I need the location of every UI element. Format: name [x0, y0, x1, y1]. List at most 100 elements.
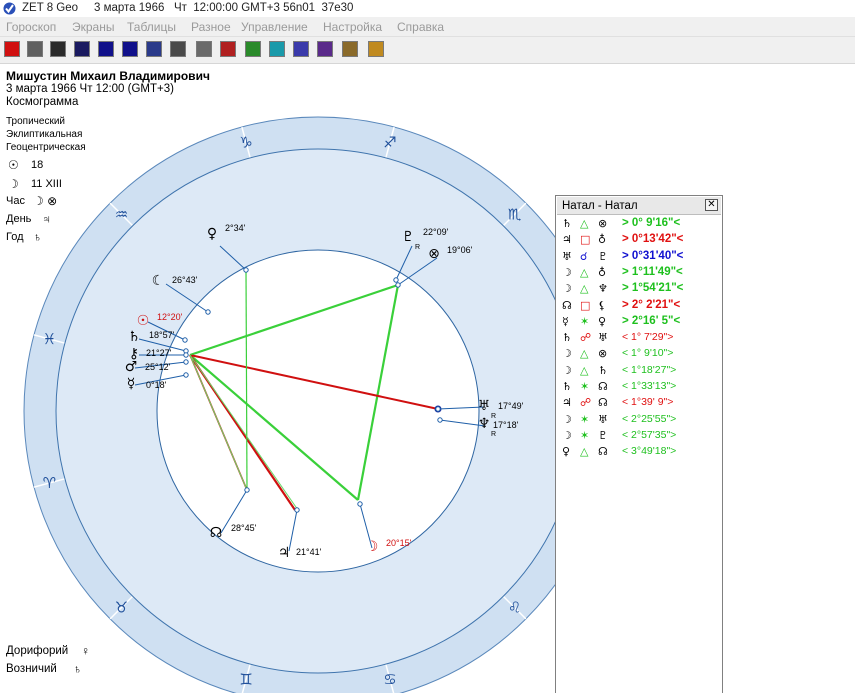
mercury-icon[interactable]: ☿	[127, 376, 136, 392]
fortune-degree: 19°06'	[447, 245, 473, 255]
aspect-orb: < 3°49'18">	[622, 445, 677, 458]
mercury-degree: 0°18'	[146, 380, 167, 390]
sun-degree: 12°20'	[157, 312, 183, 322]
panel-header[interactable]: Натал - Натал ✕	[557, 197, 721, 215]
aquarius-icon: ♒	[115, 205, 128, 223]
neptune-degree: 17°18'	[493, 420, 519, 430]
node-icon[interactable]: ☊	[210, 525, 222, 541]
planet-icon: ♄	[562, 331, 572, 345]
aspect-row[interactable]: ♀ △ ☊ < 3°49'18">	[562, 445, 720, 461]
aspect-icon: □	[580, 233, 591, 247]
planet-icon: ♇	[598, 428, 608, 442]
aspect-orb: > 1°54'21"<	[622, 282, 684, 295]
aspect-row[interactable]: ♃ ☍ ☊ < 1°39' 9">	[562, 396, 720, 412]
taurus-icon: ♉	[115, 599, 128, 617]
aspect-orb: > 0°13'42"<	[622, 233, 684, 246]
planet-icon: ⊗	[598, 347, 608, 361]
aspect-row[interactable]: ♄ △ ⊗ > 0° 9'16"<	[562, 217, 720, 233]
aspect-icon: ✶	[580, 412, 590, 426]
planet-icon: ♃	[562, 396, 572, 410]
planet-icon: ☽	[562, 265, 572, 279]
planet-icon: ♅	[562, 249, 572, 263]
fortune-icon[interactable]: ⊗	[428, 246, 440, 262]
aspect-orb: < 1°33'13">	[622, 380, 677, 392]
pluto-icon[interactable]: ♇	[402, 229, 415, 245]
aspect-row[interactable]: ♃ □ ♁ > 0°13'42"<	[562, 233, 720, 249]
pisces-icon: ♓	[43, 330, 56, 348]
planet-icon: ♇	[598, 249, 608, 263]
planet-icon: ☽	[562, 347, 572, 361]
aspect-row[interactable]: ☽ △ ♆ > 1°54'21"<	[562, 282, 720, 298]
aspect-icon: △	[580, 363, 589, 377]
aspect-row[interactable]: ☽ ✶ ♇ < 2°57'35">	[562, 429, 720, 445]
node-marker	[244, 487, 250, 493]
planet-icon: ☿	[562, 314, 569, 328]
planet-icon: ♅	[598, 412, 608, 426]
aspect-icon: ✶	[580, 428, 590, 442]
uranus-marker	[435, 406, 441, 412]
pluto-marker	[393, 277, 399, 283]
planet-icon: ☊	[562, 298, 572, 312]
neptune-marker	[437, 417, 443, 423]
close-icon[interactable]: ✕	[705, 199, 718, 211]
aspect-row[interactable]: ☊ □ ⚸ > 2° 2'21"<	[562, 299, 720, 315]
aspect-row[interactable]: ♄ ☍ ♅ < 1° 7'29">	[562, 331, 720, 347]
aspect-row[interactable]: ☽ △ ⊗ < 1° 9'10">	[562, 347, 720, 363]
aspect-icon: △	[580, 282, 589, 296]
aspect-icon: ✶	[580, 380, 590, 393]
chart-wheel: ♑♐♏♎♍♌♋♊♉♈♓♒ ♀2°34'♇22°09'R⊗19°06'☾26°43…	[23, 116, 613, 693]
aspect-icon: △	[580, 265, 589, 279]
panel-title: Натал - Натал	[562, 200, 638, 212]
planet-icon: ☊	[598, 445, 608, 459]
sun-icon[interactable]: ☉	[137, 313, 150, 329]
uranus-icon[interactable]: ♅	[478, 398, 491, 414]
leo-icon: ♌	[508, 599, 521, 617]
aspect-icon: △	[580, 445, 589, 459]
moon-marker	[357, 501, 363, 507]
planet-icon: ☽	[562, 363, 572, 377]
cancer-icon: ♋	[383, 671, 396, 689]
aries-icon: ♈	[43, 474, 56, 492]
lilith-marker	[205, 309, 211, 315]
lilith-icon[interactable]: ☾	[152, 273, 165, 289]
node-degree: 28°45'	[231, 523, 257, 533]
aspect-row[interactable]: ☿ ✶ ♀ > 2°16' 5"<	[562, 315, 720, 331]
aspect-row[interactable]: ☽ △ ♄ < 1°18'27">	[562, 364, 720, 380]
moon-degree: 20°15'	[386, 538, 412, 548]
planet-icon: ☊	[598, 396, 608, 410]
venus-degree: 2°34'	[225, 223, 246, 233]
neptune-icon[interactable]: ♆	[478, 416, 491, 432]
planet-icon: ♁	[598, 233, 607, 247]
aspect-row[interactable]: ☽ △ ♁ > 1°11'49"<	[562, 266, 720, 282]
fortune-marker	[395, 282, 401, 288]
aspect-orb: > 2°16' 5"<	[622, 314, 681, 327]
planet-icon: ♆	[598, 282, 608, 296]
planet-icon: ♄	[562, 380, 572, 393]
aspect-icon: △	[580, 217, 589, 230]
uranus-retrograde: R	[491, 413, 496, 420]
moon-icon[interactable]: ☽	[366, 539, 379, 555]
planet-icon: ♀	[598, 314, 607, 328]
aspect-orb: > 0° 9'16"<	[622, 217, 681, 229]
jupiter-icon[interactable]: ♃	[278, 545, 291, 561]
scorpio-icon: ♏	[508, 205, 522, 223]
planet-icon: ☽	[562, 412, 572, 426]
planet-icon: ☽	[562, 282, 572, 296]
planet-icon: ♀	[562, 445, 571, 459]
aspect-row[interactable]: ♅ ☌ ♇ > 0°31'40"<	[562, 250, 720, 266]
jupiter-degree: 21°41'	[296, 547, 322, 557]
planet-icon: ♄	[598, 363, 608, 377]
aspect-row[interactable]: ☽ ✶ ♅ < 2°25'55">	[562, 413, 720, 429]
mars-degree: 25°12'	[145, 362, 171, 372]
pluto-retrograde: R	[415, 244, 420, 251]
mars-icon[interactable]: ♂	[125, 359, 138, 375]
uranus-degree: 17°49'	[498, 401, 524, 411]
planet-icon: ♄	[562, 217, 572, 230]
venus-icon[interactable]: ♀	[207, 226, 217, 242]
aspect-icon: ☍	[580, 331, 592, 345]
aspect-orb: < 2°57'35">	[622, 428, 677, 441]
aspect-orb: < 1° 7'29">	[622, 331, 674, 344]
aspect-row[interactable]: ♄ ✶ ☊ < 1°33'13">	[562, 380, 720, 396]
planet-icon: ☊	[598, 380, 608, 393]
saturn-icon[interactable]: ♄	[128, 329, 141, 345]
